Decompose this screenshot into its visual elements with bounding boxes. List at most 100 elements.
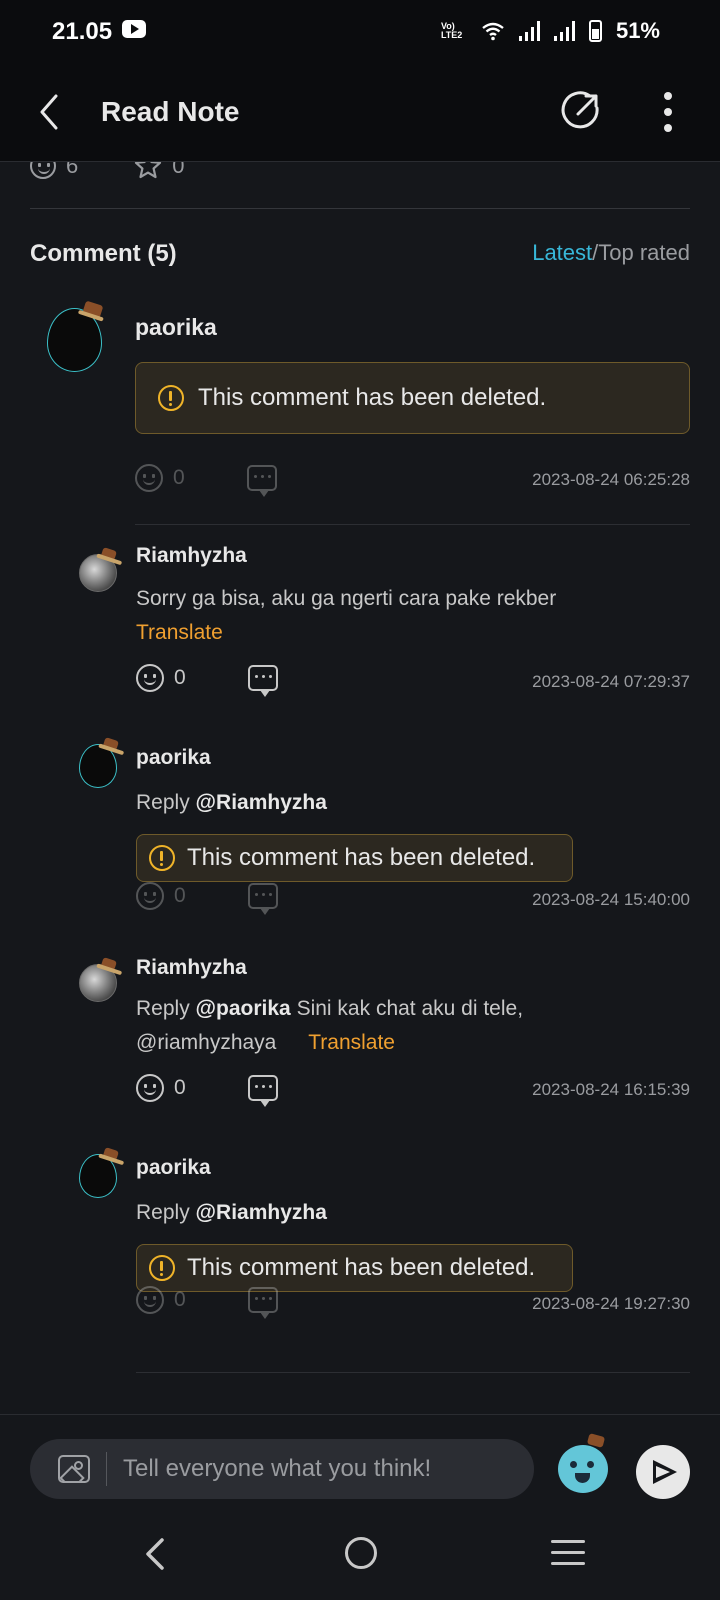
battery-percent: 51% [615, 18, 660, 43]
status-icons: Vo) LTE2 51% [441, 18, 660, 44]
reply-line: Reply @Riamhyzha [136, 786, 327, 820]
comment-username[interactable]: paorika [136, 746, 211, 770]
volte-icon: Vo) LTE2 [440, 21, 463, 40]
like-count: 0 [174, 1076, 186, 1099]
note-like-button[interactable]: 6 [30, 162, 78, 180]
comment-composer [0, 1414, 720, 1512]
comment-input-wrapper [30, 1439, 534, 1499]
translate-link[interactable]: Translate [136, 621, 223, 644]
hat-decoration [102, 737, 120, 750]
like-icon[interactable] [136, 1286, 164, 1314]
image-picker-icon[interactable] [58, 1455, 90, 1483]
deleted-message: This comment has been deleted. [187, 1254, 536, 1281]
comment-actions: 0 [136, 1074, 278, 1107]
like-icon[interactable] [136, 882, 164, 910]
divider [30, 208, 690, 209]
comment-timestamp: 2023-08-24 16:15:39 [532, 1080, 690, 1099]
star-icon [135, 162, 162, 179]
comment-actions: 0 [135, 464, 277, 497]
reply-line: Reply @Riamhyzha [136, 1196, 327, 1230]
note-content: 6 0 Comment (5) Latest/Top rated paorika… [0, 162, 720, 1414]
like-count: 0 [174, 666, 186, 689]
back-icon[interactable] [34, 90, 74, 134]
reply-prefix: Reply [136, 997, 190, 1020]
hat-decoration [102, 1147, 120, 1160]
reply-prefix: Reply [136, 1201, 190, 1224]
comment-actions: 0 [136, 1286, 278, 1319]
like-count: 0 [174, 884, 186, 907]
nav-back-icon[interactable] [142, 1536, 170, 1572]
system-nav-bar [0, 1512, 720, 1600]
sort-latest[interactable]: Latest [532, 240, 592, 265]
translate-link[interactable]: Translate [308, 1031, 395, 1054]
avatar[interactable] [47, 300, 104, 372]
avatar[interactable] [79, 547, 118, 592]
app-bar: Read Note [0, 62, 720, 162]
hat-decoration [586, 1433, 606, 1448]
comment-username[interactable]: Riamhyzha [136, 544, 247, 568]
reply-icon[interactable] [247, 1075, 278, 1107]
note-favorite-button[interactable]: 0 [134, 162, 185, 180]
battery-icon [588, 20, 602, 42]
share-icon[interactable] [560, 88, 604, 132]
comment-body: Sini kak chat aku di tele, [296, 997, 524, 1020]
reply-icon[interactable] [246, 465, 277, 497]
like-count: 0 [173, 466, 185, 489]
sort-top-rated[interactable]: Top rated [598, 240, 690, 265]
comment-username[interactable]: Riamhyzha [136, 956, 247, 980]
comment-timestamp: 2023-08-24 15:40:00 [532, 890, 690, 909]
reply-mention[interactable]: @Riamhyzha [196, 1201, 327, 1224]
input-separator [106, 1452, 107, 1486]
deleted-comment-notice: This comment has been deleted. [136, 834, 573, 882]
nav-home-icon[interactable] [345, 1537, 377, 1569]
deleted-message: This comment has been deleted. [198, 384, 547, 411]
comments-title: Comment (5) [30, 240, 177, 267]
comment-text: Sorry ga bisa, aku ga ngerti cara pake r… [136, 582, 676, 650]
note-stats: 6 0 [30, 162, 185, 180]
deleted-message: This comment has been deleted. [187, 844, 536, 871]
send-button[interactable] [636, 1445, 690, 1499]
comment-body: Sorry ga bisa, aku ga ngerti cara pake r… [136, 587, 557, 610]
comment-body-line2: @riamhyzhaya [136, 1031, 277, 1054]
comment-input[interactable] [123, 1455, 513, 1483]
avatar[interactable] [79, 1147, 120, 1198]
divider [136, 1372, 690, 1373]
comments-header: Comment (5) Latest/Top rated [30, 240, 690, 268]
like-icon[interactable] [136, 1074, 164, 1102]
divider [135, 524, 690, 525]
avatar[interactable] [79, 737, 120, 788]
page-title: Read Note [101, 96, 240, 127]
comment-username[interactable]: paorika [136, 1156, 211, 1180]
nav-recents-icon[interactable] [551, 1540, 585, 1573]
sticker-button[interactable] [558, 1433, 608, 1493]
warning-icon [158, 385, 184, 411]
reply-icon[interactable] [247, 665, 278, 697]
hat-decoration [82, 300, 104, 318]
warning-icon [149, 845, 175, 871]
avatar[interactable] [79, 957, 118, 1002]
comment-actions: 0 [136, 882, 278, 915]
reply-icon[interactable] [247, 1287, 278, 1319]
more-options-icon[interactable] [656, 88, 680, 136]
comment-timestamp: 2023-08-24 07:29:37 [532, 672, 690, 691]
comment-timestamp: 2023-08-24 06:25:28 [532, 470, 690, 489]
signal-1-icon [518, 21, 540, 41]
hat-decoration [100, 547, 118, 560]
note-like-count: 6 [66, 162, 79, 178]
sort-toggle: Latest/Top rated [532, 240, 690, 268]
deleted-comment-notice: This comment has been deleted. [135, 362, 690, 434]
comment-username[interactable]: paorika [135, 314, 217, 341]
like-icon[interactable] [136, 664, 164, 692]
reply-mention[interactable]: @Riamhyzha [196, 791, 327, 814]
hat-decoration [100, 957, 118, 970]
note-favorite-count: 0 [172, 162, 185, 178]
reply-icon[interactable] [247, 883, 278, 915]
comment-actions: 0 [136, 664, 278, 697]
wifi-icon [482, 22, 504, 41]
status-bar: 21.05 Vo) LTE2 51% [0, 0, 720, 62]
like-count: 0 [174, 1288, 186, 1311]
youtube-notification-icon [122, 20, 146, 38]
like-icon[interactable] [135, 464, 163, 492]
reply-mention[interactable]: @paorika [196, 997, 291, 1020]
smile-icon [30, 162, 56, 179]
